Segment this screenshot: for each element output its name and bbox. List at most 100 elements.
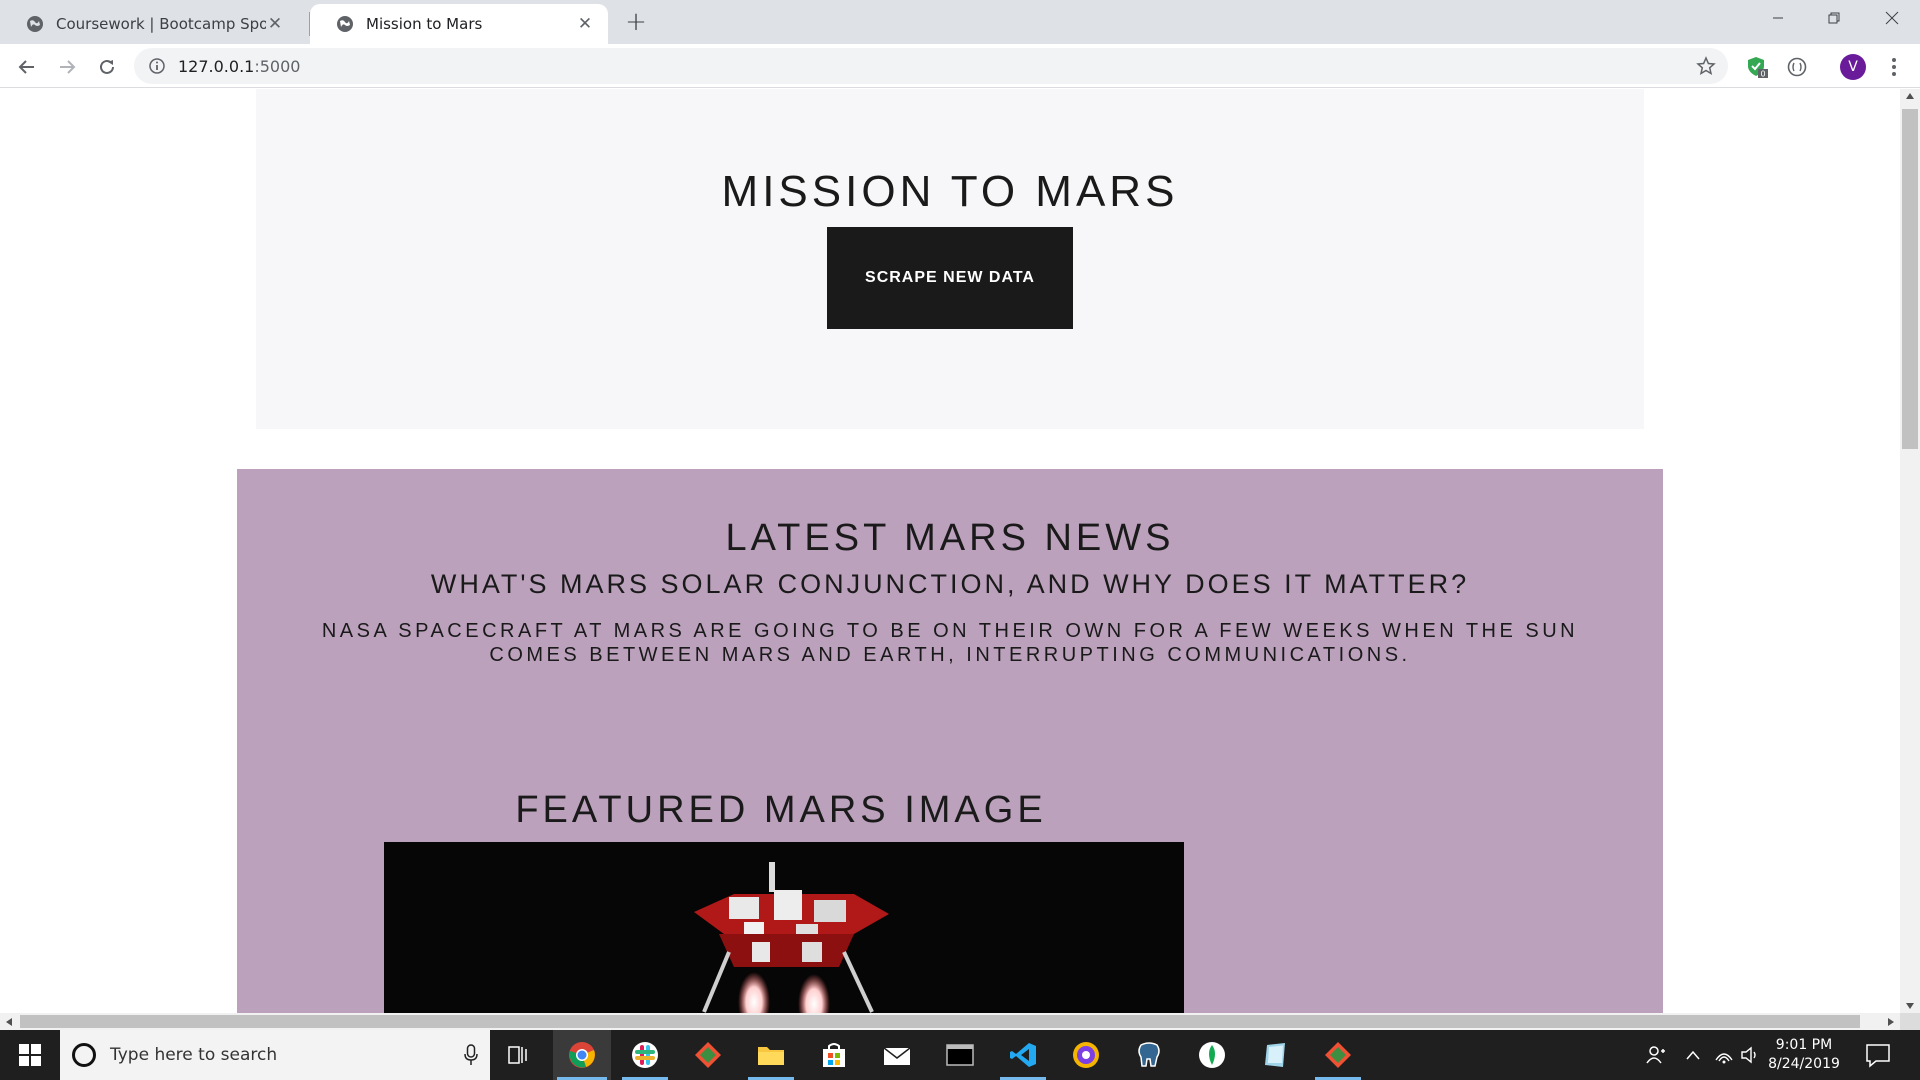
tab-mission-to-mars[interactable]: Mission to Mars ✕ (310, 4, 608, 44)
forward-button[interactable] (52, 52, 82, 82)
close-icon[interactable]: ✕ (266, 14, 284, 34)
globe-icon (27, 16, 43, 32)
people-icon (1646, 1046, 1665, 1064)
dot-icon (1892, 72, 1896, 76)
taskbar-app-file-explorer[interactable] (742, 1030, 800, 1080)
shield-check-icon[interactable]: 0 (1746, 56, 1768, 78)
address-bar[interactable]: 127.0.0.1:5000 (134, 48, 1728, 84)
taskbar-app-chrome[interactable] (553, 1030, 611, 1080)
browser-tab-strip: Coursework | Bootcamp Spot ✕ Mission to … (0, 0, 1920, 44)
taskbar-app-postgres[interactable] (1120, 1030, 1178, 1080)
microphone-icon[interactable] (464, 1044, 478, 1066)
scroll-down-icon[interactable] (1906, 1003, 1914, 1009)
news-section-title: LATEST MARS NEWS (725, 517, 1175, 559)
dot-icon (1892, 58, 1896, 62)
browser-menu-button[interactable] (1884, 56, 1904, 78)
news-teaser: NASA SPACECRAFT AT MARS ARE GOING TO BE … (321, 620, 1579, 666)
git-icon (695, 1042, 721, 1068)
taskbar-app-store[interactable] (805, 1030, 863, 1080)
back-button[interactable] (12, 52, 42, 82)
volume-icon (1741, 1046, 1756, 1064)
extension-badge: 0 (1760, 70, 1765, 79)
taskbar-app-gitkraken[interactable] (1309, 1030, 1367, 1080)
info-icon[interactable] (148, 57, 166, 75)
minimize-button[interactable] (1750, 0, 1806, 36)
minimize-icon (1773, 17, 1783, 19)
taskbar-app-brave[interactable] (1057, 1030, 1115, 1080)
gitkraken-icon (1325, 1042, 1351, 1068)
featured-image-title: FEATURED MARS IMAGE (515, 789, 1047, 831)
taskbar-app-mail[interactable] (868, 1030, 926, 1080)
scroll-up-icon[interactable] (1906, 93, 1914, 99)
featured-mars-image (384, 842, 1184, 1013)
windows-logo-icon (19, 1044, 41, 1066)
terminal-icon (946, 1044, 974, 1066)
horizontal-scrollbar[interactable] (0, 1013, 1900, 1030)
reload-button[interactable] (92, 52, 122, 82)
scrape-new-data-button[interactable]: SCRAPE NEW DATA (827, 227, 1073, 329)
taskbar-app-vscode[interactable] (994, 1030, 1052, 1080)
new-tab-button[interactable]: + (622, 7, 650, 37)
clock-time: 9:01 PM (1775, 1037, 1833, 1053)
taskbar-app-terminal[interactable] (931, 1030, 989, 1080)
mail-icon (883, 1047, 911, 1065)
network-button[interactable] (1710, 1030, 1738, 1080)
news-section: LATEST MARS NEWS WHAT'S MARS SOLAR CONJU… (237, 469, 1663, 1013)
extension-icon[interactable] (1786, 56, 1808, 78)
page-title: MISSION TO MARS (721, 167, 1179, 216)
scrollbar-thumb[interactable] (20, 1015, 1860, 1028)
task-view-icon (508, 1046, 527, 1064)
search-placeholder: Type here to search (110, 1045, 278, 1065)
taskbar-app-slack[interactable] (616, 1030, 674, 1080)
windows-taskbar: Type here to search 9:01 PM 8/24/2019 (0, 1030, 1920, 1080)
people-button[interactable] (1636, 1030, 1676, 1080)
restore-button[interactable] (1806, 0, 1862, 36)
profile-avatar[interactable]: V (1840, 54, 1866, 80)
url-host: 127.0.0.1 (178, 56, 255, 76)
close-icon[interactable]: ✕ (576, 14, 594, 34)
close-icon (1885, 11, 1899, 25)
vertical-scrollbar[interactable] (1900, 89, 1920, 1013)
taskbar-app-notepad[interactable] (1246, 1030, 1304, 1080)
mongodb-icon (1199, 1042, 1225, 1068)
chevron-up-icon (1686, 1050, 1700, 1060)
postgres-icon (1138, 1042, 1160, 1067)
taskbar-app-mongodb[interactable] (1183, 1030, 1241, 1080)
star-icon[interactable] (1696, 56, 1716, 76)
file-explorer-icon (758, 1047, 784, 1065)
scrollbar-corner (1900, 1013, 1920, 1030)
taskbar-search-input[interactable]: Type here to search (60, 1030, 490, 1080)
slack-icon (632, 1042, 658, 1068)
restore-icon (1828, 12, 1840, 24)
arrow-right-icon (60, 60, 76, 74)
show-hidden-icons-button[interactable] (1678, 1030, 1708, 1080)
cortana-icon (72, 1043, 96, 1067)
scrollbar-thumb[interactable] (1902, 109, 1918, 449)
url-port: :5000 (254, 56, 301, 76)
notifications-icon[interactable] (1864, 1042, 1892, 1068)
scroll-right-icon[interactable] (1888, 1018, 1894, 1026)
wifi-icon (1715, 1053, 1733, 1064)
notepad-icon (1265, 1043, 1285, 1067)
task-view-button[interactable] (490, 1030, 548, 1080)
news-headline: WHAT'S MARS SOLAR CONJUNCTION, AND WHY D… (430, 569, 1470, 599)
tab-title: Coursework | Bootcamp Spot (56, 15, 266, 33)
scroll-left-icon[interactable] (6, 1018, 12, 1026)
tab-coursework[interactable]: Coursework | Bootcamp Spot ✕ (0, 4, 298, 44)
clock-date: 8/24/2019 (1768, 1056, 1840, 1072)
globe-icon (337, 16, 353, 32)
jumbotron: MISSION TO MARS SCRAPE NEW DATA (256, 89, 1644, 429)
mars-lander-image (384, 842, 1184, 1013)
arrow-left-icon (18, 60, 34, 74)
window-close-button[interactable] (1864, 0, 1920, 36)
store-icon (823, 1043, 845, 1067)
chrome-icon (569, 1042, 595, 1068)
browser-toolbar: 127.0.0.1:5000 0 V (0, 44, 1920, 88)
reload-icon (100, 59, 114, 74)
dot-icon (1892, 65, 1896, 69)
vscode-icon (1010, 1043, 1036, 1067)
system-clock[interactable]: 9:01 PM 8/24/2019 (1758, 1036, 1850, 1074)
taskbar-app-git[interactable] (679, 1030, 737, 1080)
start-button[interactable] (0, 1030, 60, 1080)
page-viewport: MISSION TO MARS SCRAPE NEW DATA LATEST M… (0, 89, 1900, 1013)
